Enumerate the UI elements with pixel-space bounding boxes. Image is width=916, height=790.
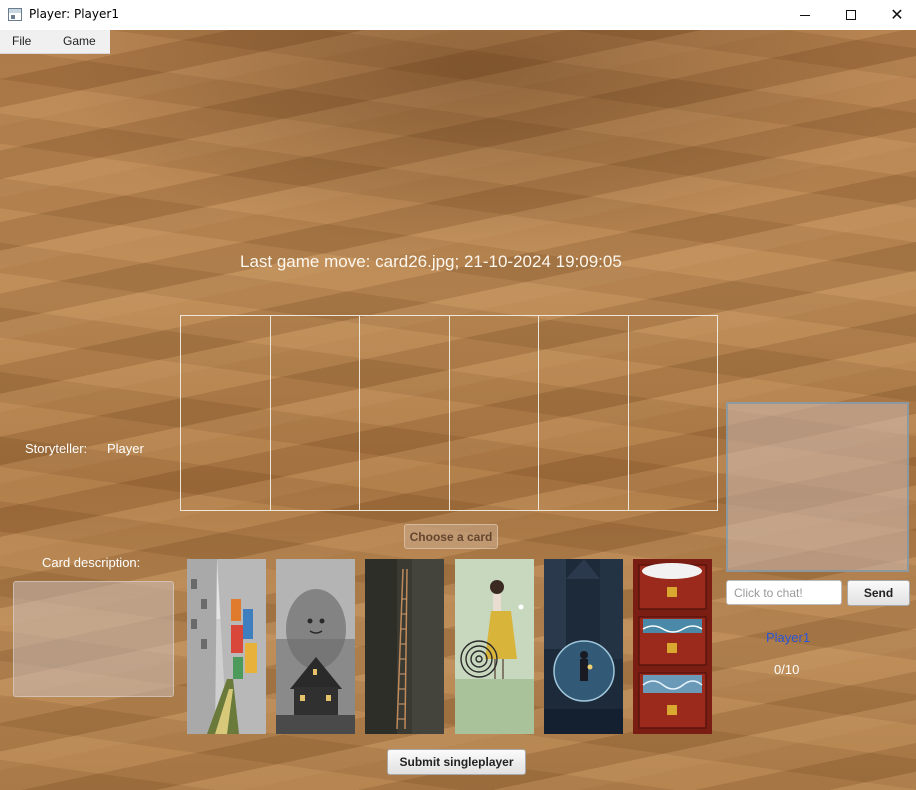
table-slot[interactable] <box>181 316 271 510</box>
table-slot[interactable] <box>360 316 450 510</box>
last-game-move-text: Last game move: card26.jpg; 21-10-2024 1… <box>240 252 622 271</box>
table-slot[interactable] <box>450 316 539 510</box>
card-description-label: Card description: <box>42 555 141 570</box>
storyteller-label: Storyteller: <box>25 441 88 456</box>
hand-card-ladder[interactable] <box>365 559 444 734</box>
maximize-icon[interactable] <box>828 0 874 30</box>
table-slot[interactable] <box>539 316 629 510</box>
menu-file[interactable]: File <box>12 34 31 48</box>
card-description-field[interactable] <box>13 581 174 697</box>
table-slot[interactable] <box>271 316 360 510</box>
card-preview-panel <box>726 402 909 572</box>
player-score: 0/10 <box>774 662 800 677</box>
window-app-icon <box>8 8 22 21</box>
hand-card-red-drawers[interactable] <box>633 559 712 734</box>
table-slot[interactable] <box>629 316 718 510</box>
hand-card-snow-globe[interactable] <box>544 559 623 734</box>
submit-singleplayer-button[interactable]: Submit singleplayer <box>387 749 526 775</box>
menu-bar: File Game <box>0 30 110 54</box>
minimize-icon[interactable] <box>782 0 828 30</box>
window-titlebar: Player: Player1 ✕ <box>0 0 916 30</box>
hand-card-haunted-house[interactable] <box>276 559 355 734</box>
hand-card-street[interactable] <box>187 559 266 734</box>
player-name: Player1 <box>766 630 811 645</box>
hand-card-girl-spiral[interactable] <box>455 559 534 734</box>
storyteller-value: Player <box>107 441 144 456</box>
chat-input[interactable]: Click to chat! <box>726 580 842 605</box>
send-button[interactable]: Send <box>847 580 910 606</box>
window-title: Player: Player1 <box>29 7 119 21</box>
hand-cards <box>187 559 712 734</box>
choose-card-button[interactable]: Choose a card <box>404 524 498 549</box>
menu-game[interactable]: Game <box>63 34 96 48</box>
close-icon[interactable]: ✕ <box>874 0 916 30</box>
table-card-slots <box>180 315 718 511</box>
